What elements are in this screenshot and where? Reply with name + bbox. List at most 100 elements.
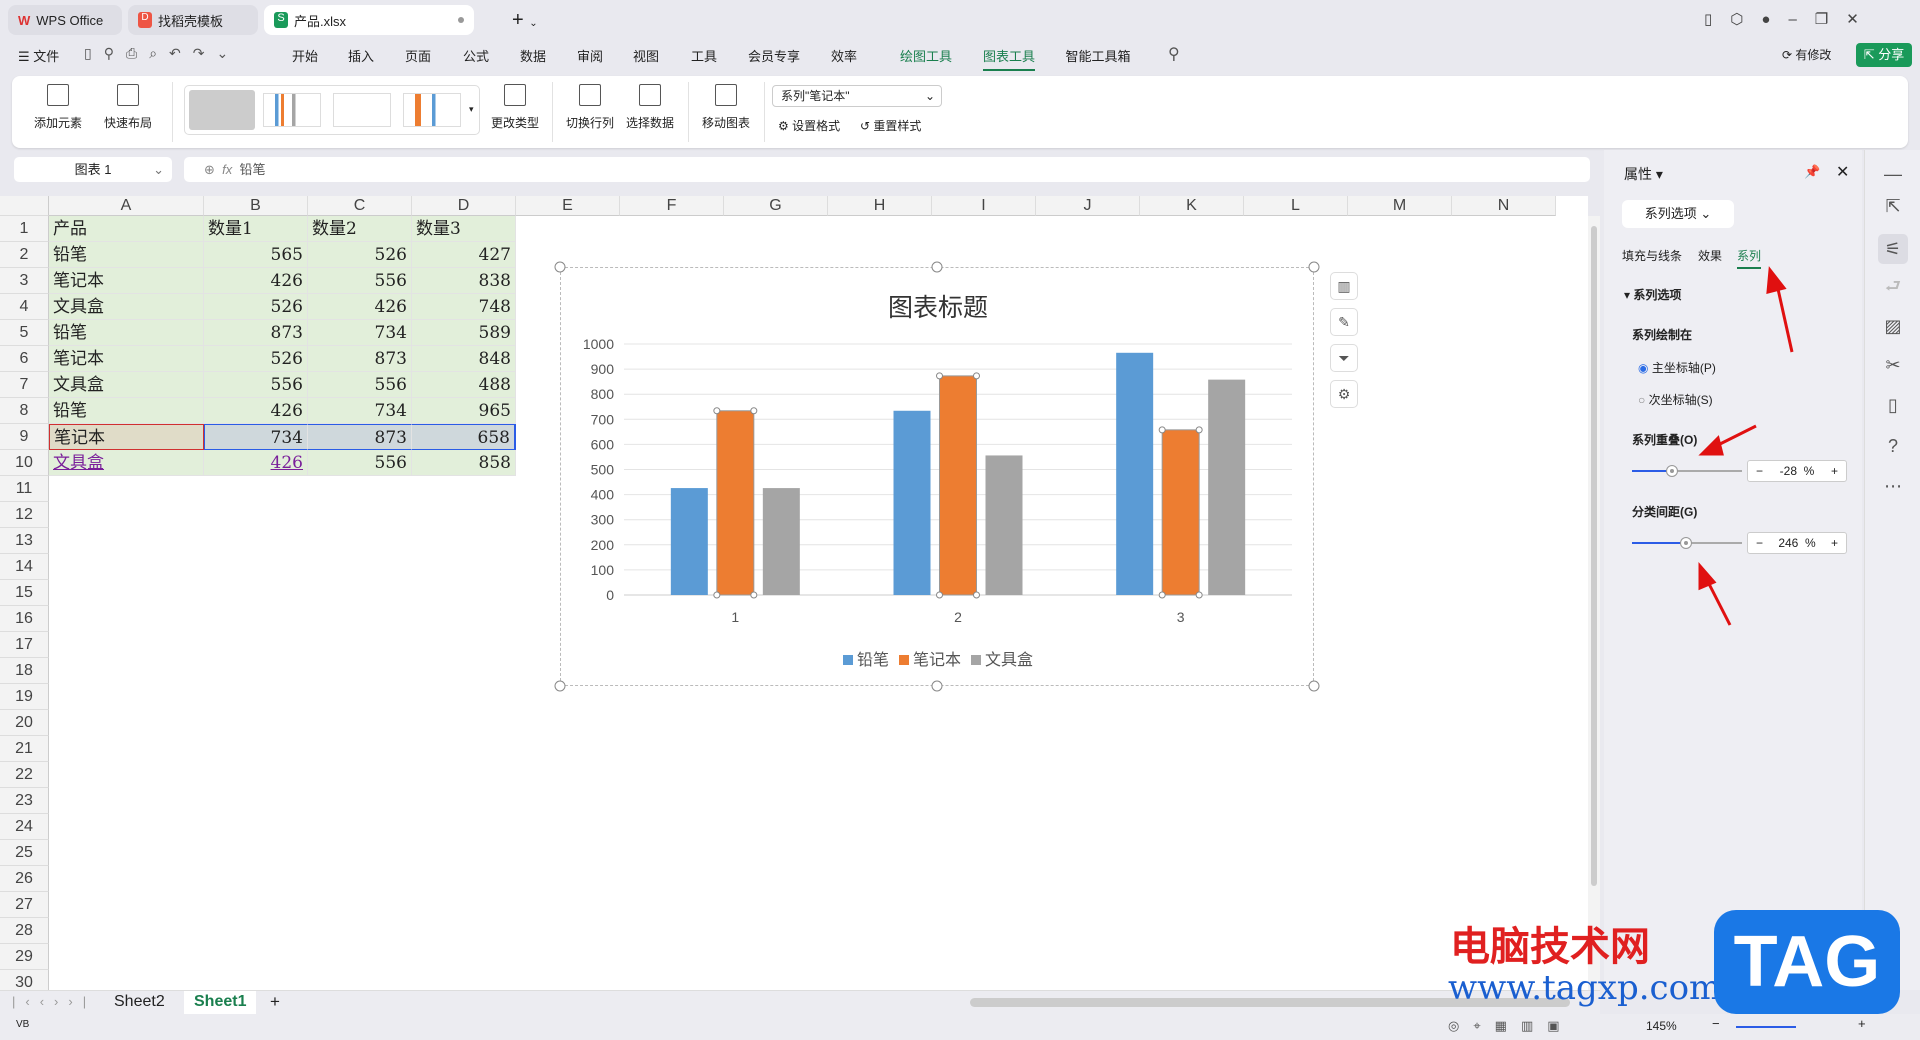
header-cell[interactable]: 产品 [49, 216, 204, 242]
row-header[interactable]: 28 [0, 918, 49, 944]
tab-series[interactable]: 系列 [1737, 247, 1762, 269]
file-menu[interactable]: ☰ 文件 [18, 46, 59, 65]
row-header[interactable]: 1 [0, 216, 49, 242]
macro-icon[interactable]: VB [16, 1019, 29, 1030]
chart-style-3[interactable] [333, 93, 391, 127]
menu-item[interactable]: 插入 [348, 46, 374, 65]
image-tools-icon[interactable]: ▨ [1881, 314, 1905, 338]
book-search-icon[interactable]: ▯ [1881, 393, 1905, 417]
chart-resize-handle[interactable] [1308, 261, 1320, 273]
search-icon[interactable]: ⚲ [1168, 44, 1180, 64]
table-cell[interactable]: 铅笔 [49, 242, 204, 268]
help-icon[interactable]: ? [1881, 434, 1905, 458]
select-all-corner[interactable] [0, 196, 49, 216]
row-header[interactable]: 13 [0, 528, 49, 554]
zoom-in-icon[interactable]: + [1858, 1016, 1866, 1031]
decrement-button[interactable]: − [1756, 464, 1763, 478]
chart-resize-handle[interactable] [931, 680, 943, 692]
table-cell[interactable]: 笔记本 [49, 346, 204, 372]
column-header-G[interactable]: G [724, 196, 828, 216]
tab-effects[interactable]: 效果 [1698, 247, 1722, 264]
zoom-formula-icon[interactable]: ⊕ [204, 162, 215, 177]
close-panel-icon[interactable]: ✕ [1836, 162, 1849, 182]
row-header[interactable]: 4 [0, 294, 49, 320]
horizontal-scrollbar[interactable] [970, 998, 1570, 1007]
chart-title[interactable]: 图表标题 [561, 288, 1315, 324]
table-cell[interactable]: 734 [308, 320, 412, 346]
minimize-icon[interactable]: – [1788, 11, 1814, 28]
menu-item[interactable]: 效率 [831, 46, 857, 65]
table-cell[interactable]: 笔记本 [49, 268, 204, 294]
select-cursor-icon[interactable]: ⇱ [1881, 194, 1905, 218]
more-chevron-icon[interactable]: ⌄ [217, 45, 241, 61]
chart-resize-handle[interactable] [931, 261, 943, 273]
chart-settings-icon[interactable]: ⚙ [1330, 380, 1358, 408]
table-cell[interactable]: 铅笔 [49, 320, 204, 346]
table-cell[interactable]: 426 [204, 268, 308, 294]
vertical-scroll-thumb[interactable] [1591, 226, 1597, 886]
secondary-axis-radio[interactable]: ○ 次坐标轴(S) [1638, 391, 1713, 408]
new-tab-button[interactable]: + ⌄ [512, 9, 538, 32]
table-cell[interactable]: 734 [308, 398, 412, 424]
switch-row-col-button[interactable]: 切换行列 [566, 84, 614, 131]
series-options-dropdown[interactable]: 系列选项 ⌄ [1622, 200, 1734, 228]
tools-icon[interactable]: ✂ [1881, 353, 1905, 377]
row-header[interactable]: 16 [0, 606, 49, 632]
change-type-button[interactable]: 更改类型 [491, 84, 539, 131]
column-header-L[interactable]: L [1244, 196, 1348, 216]
primary-axis-radio[interactable]: ◉ 主坐标轴(P) [1638, 359, 1716, 376]
gallery-expand-icon[interactable]: ▾ [469, 104, 474, 115]
overlap-stepper[interactable]: − -28 % + [1747, 460, 1847, 482]
gap-width-stepper[interactable]: − 246 % + [1747, 532, 1847, 554]
series-options-section[interactable]: ▾ 系列选项 [1624, 286, 1681, 303]
increment-button[interactable]: + [1831, 464, 1838, 478]
vertical-scrollbar[interactable] [1588, 216, 1600, 990]
overlap-value[interactable]: -28 [1780, 464, 1797, 478]
table-cell[interactable]: 734 [204, 424, 308, 450]
row-header[interactable]: 15 [0, 580, 49, 606]
table-cell[interactable]: 838 [412, 268, 516, 294]
view-icons[interactable]: ◎⌖▦▥▣ [1448, 1018, 1574, 1034]
chart-resize-handle[interactable] [554, 680, 566, 692]
overlap-slider[interactable] [1632, 470, 1742, 472]
header-cell[interactable]: 数量1 [204, 216, 308, 242]
row-header[interactable]: 29 [0, 944, 49, 970]
column-header-C[interactable]: C [308, 196, 412, 216]
column-header-J[interactable]: J [1036, 196, 1140, 216]
table-cell[interactable]: 488 [412, 372, 516, 398]
zoom-out-icon[interactable]: − [1712, 1016, 1720, 1031]
table-cell[interactable]: 556 [308, 268, 412, 294]
row-header[interactable]: 9 [0, 424, 49, 450]
quick-layout-button[interactable]: 快速布局 [104, 84, 152, 131]
row-header[interactable]: 23 [0, 788, 49, 814]
transform-icon[interactable]: ⮐ [1881, 274, 1905, 298]
chart-style-brush-icon[interactable]: ✎ [1330, 308, 1358, 336]
table-cell[interactable]: 848 [412, 346, 516, 372]
row-header[interactable]: 17 [0, 632, 49, 658]
chart-style-4[interactable] [403, 93, 461, 127]
menu-item[interactable]: 图表工具 [982, 46, 1036, 71]
gap-width-slider-thumb[interactable] [1680, 537, 1693, 549]
header-cell[interactable]: 数量2 [308, 216, 412, 242]
column-header-M[interactable]: M [1348, 196, 1452, 216]
row-header[interactable]: 30 [0, 970, 49, 990]
menu-item[interactable]: 数据 [520, 46, 546, 65]
row-header[interactable]: 21 [0, 736, 49, 762]
chart-elements-icon[interactable]: ▥ [1330, 272, 1358, 300]
set-format-button[interactable]: ⚙ 设置格式 [778, 117, 840, 134]
more-icon[interactable]: ⋯ [1881, 474, 1905, 498]
row-header[interactable]: 7 [0, 372, 49, 398]
phone-icon[interactable]: ▯ [1704, 11, 1730, 28]
table-cell[interactable]: 873 [308, 346, 412, 372]
modified-status[interactable]: ⟳ 有修改 [1782, 46, 1831, 63]
move-chart-button[interactable]: 移动图表 [702, 84, 750, 131]
row-header[interactable]: 8 [0, 398, 49, 424]
print-icon[interactable]: ⎙ [126, 45, 149, 61]
table-cell[interactable]: 858 [412, 450, 516, 476]
row-header[interactable]: 3 [0, 268, 49, 294]
row-header[interactable]: 10 [0, 450, 49, 476]
fx-icon[interactable]: fx [222, 162, 232, 177]
header-cell[interactable]: 数量3 [412, 216, 516, 242]
row-header[interactable]: 2 [0, 242, 49, 268]
table-cell[interactable]: 426 [204, 450, 308, 476]
